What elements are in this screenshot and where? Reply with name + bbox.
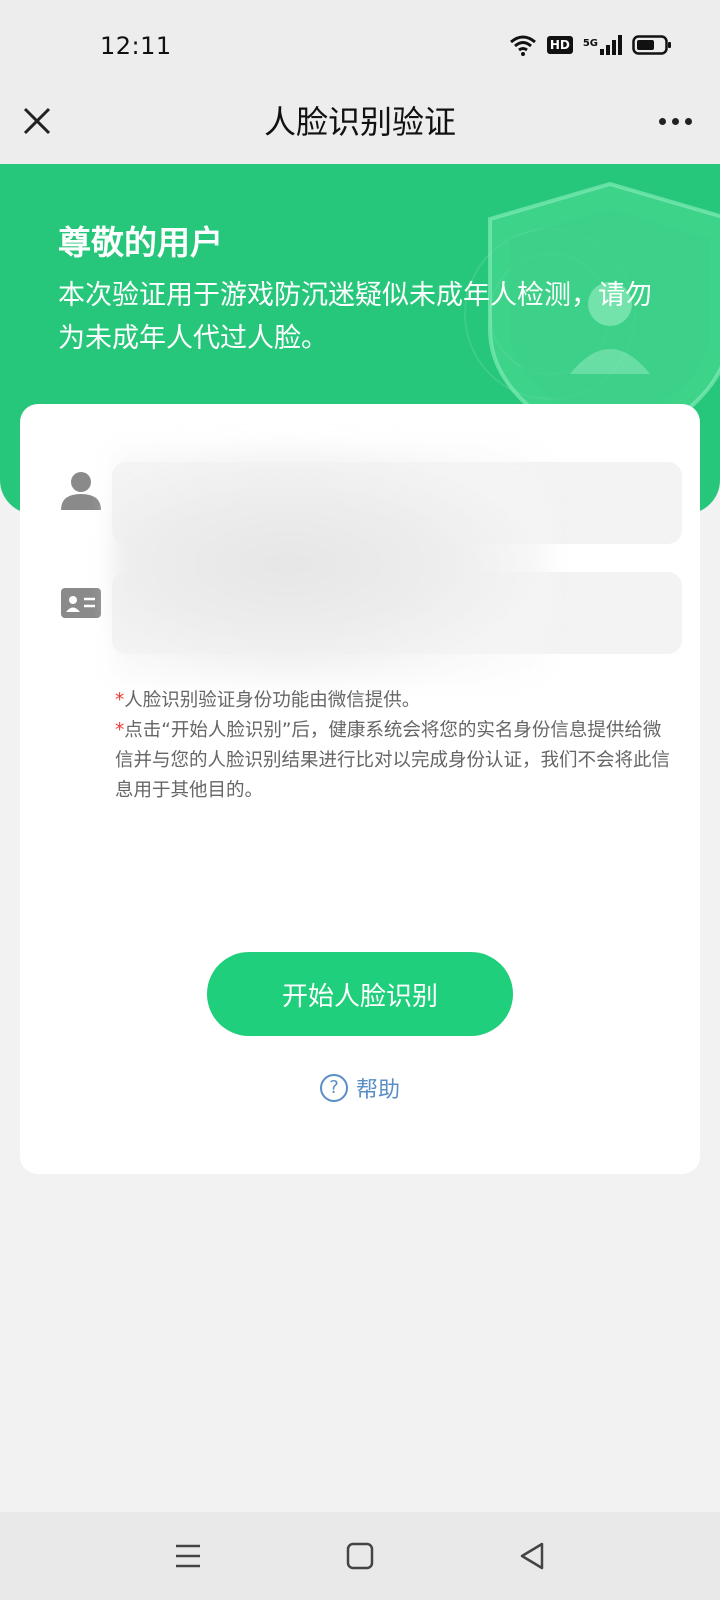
question-icon: ?	[319, 1074, 348, 1102]
verification-description: 本次验证用于游戏防沉迷疑似未成年人检测，请勿为未成年人代过人脸。	[58, 280, 652, 354]
status-icons: HD 5G	[509, 34, 672, 56]
verification-card: *人脸识别验证身份功能由微信提供。 *点击“开始人脸识别”后，健康系统会将您的实…	[20, 404, 700, 1174]
name-field[interactable]	[112, 462, 682, 544]
start-face-recognition-button[interactable]: 开始人脸识别	[207, 952, 513, 1036]
required-marker: *	[115, 690, 125, 711]
wifi-icon	[509, 35, 536, 56]
note-1: *人脸识别验证身份功能由微信提供。	[115, 686, 675, 716]
note-2: *点击“开始人脸识别”后，健康系统会将您的实名身份信息提供给微信并与您的人脸识别…	[115, 716, 675, 806]
more-dot	[685, 118, 692, 125]
id-card-icon	[61, 588, 101, 618]
note-2-text: 点击“开始人脸识别”后，健康系统会将您的实名身份信息提供给微信并与您的人脸识别结…	[115, 720, 671, 801]
greeting-heading: 尊敬的用户	[58, 223, 223, 262]
status-bar: 12:11 HD 5G	[0, 0, 720, 96]
system-nav-bar	[0, 1512, 720, 1600]
hd-icon: HD	[546, 36, 573, 54]
more-dot	[672, 118, 679, 125]
more-dot	[659, 118, 666, 125]
battery-icon	[632, 35, 671, 55]
help-link[interactable]: ? 帮助	[20, 1072, 700, 1104]
signal-5g-icon: 5G	[583, 35, 622, 55]
required-marker: *	[115, 720, 125, 741]
privacy-notes: *人脸识别验证身份功能由微信提供。 *点击“开始人脸识别”后，健康系统会将您的实…	[115, 686, 675, 806]
page-title: 人脸识别验证	[263, 103, 456, 141]
id-number-field[interactable]	[112, 572, 682, 654]
help-label: 帮助	[355, 1078, 400, 1103]
user-icon	[61, 472, 101, 510]
more-icon[interactable]	[659, 118, 692, 125]
back-icon[interactable]	[516, 1540, 548, 1572]
network-type-label: 5G	[582, 38, 598, 49]
nav-bar: 人脸识别验证	[0, 96, 720, 164]
home-icon[interactable]	[344, 1540, 376, 1572]
status-time: 12:11	[100, 32, 172, 60]
note-1-text: 人脸识别验证身份功能由微信提供。	[124, 690, 421, 711]
menu-icon[interactable]	[172, 1540, 204, 1572]
